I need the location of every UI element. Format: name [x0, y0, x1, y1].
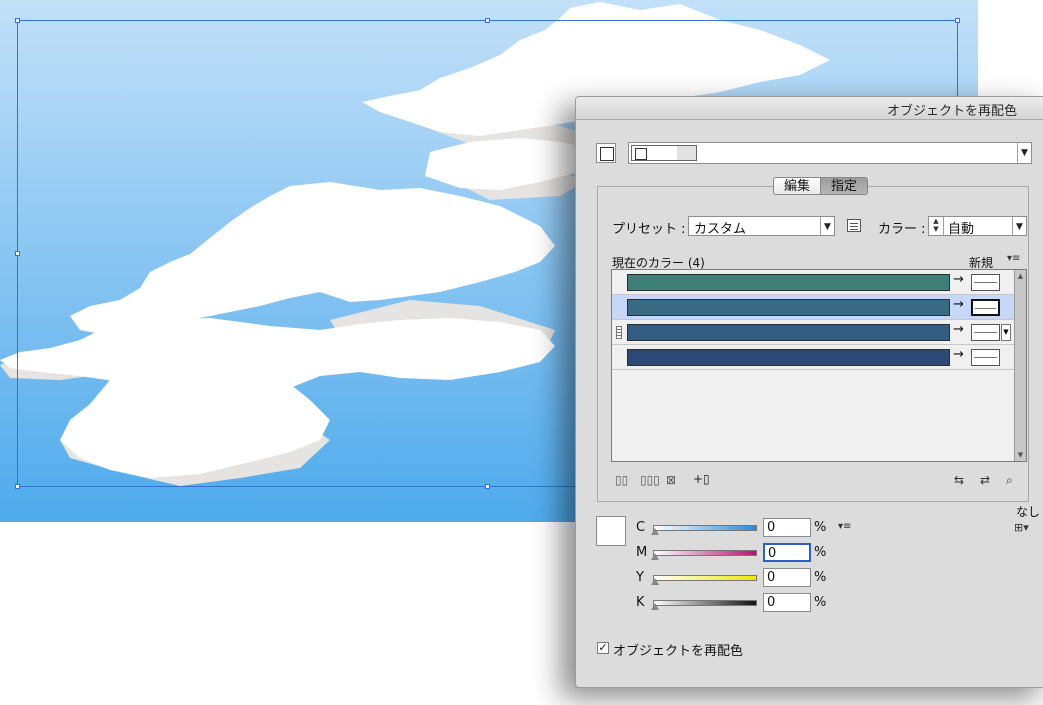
color-reduction-options-icon[interactable]: [847, 219, 861, 232]
magenta-percent-unit: %: [814, 545, 827, 560]
color-group-preview: [631, 145, 697, 161]
black-percent-unit: %: [814, 595, 827, 610]
yellow-slider[interactable]: [653, 575, 757, 581]
separate-colors-icon[interactable]: ▯▯▯: [640, 473, 660, 487]
scroll-up-arrow-icon[interactable]: ▲: [1015, 272, 1026, 280]
swatch-square-icon: [600, 147, 614, 161]
new-row-icon[interactable]: +▯: [693, 472, 710, 486]
cyan-input[interactable]: 0: [763, 518, 811, 537]
new-color-swatch[interactable]: [971, 299, 1000, 316]
exclude-colors-icon[interactable]: ⊠: [666, 473, 676, 487]
cyan-slider-thumb[interactable]: [651, 528, 659, 535]
selected-color-preview[interactable]: [596, 516, 626, 546]
recolor-artwork-dialog: オブジェクトを再配色 ▼ 編集 指定 プリセット : カスタム ▼ カラー : …: [575, 96, 1043, 688]
dropdown-arrow-icon: ▼: [820, 217, 834, 235]
preset-label: プリセット :: [612, 222, 686, 237]
current-color-bar[interactable]: [627, 274, 950, 291]
mapping-arrow-icon[interactable]: →: [953, 322, 964, 337]
tab-edit[interactable]: 編集: [773, 177, 821, 195]
randomly-change-saturation-icon[interactable]: ⇄: [980, 473, 990, 487]
selection-handle-top-center[interactable]: [485, 18, 490, 23]
black-input[interactable]: 0: [763, 593, 811, 612]
color-group-dropdown[interactable]: ▼: [628, 142, 1032, 164]
color-list-scrollbar[interactable]: ▲ ▼: [1014, 270, 1026, 461]
selection-handle-top-left[interactable]: [15, 18, 20, 23]
none-label: なし: [1016, 505, 1041, 519]
dropdown-arrow-icon: ▼: [1012, 217, 1026, 235]
color-row[interactable]: →: [612, 270, 1015, 295]
scroll-down-arrow-icon[interactable]: ▼: [1015, 451, 1026, 459]
preset-value: カスタム: [694, 222, 747, 237]
randomly-change-order-icon[interactable]: ⇆: [954, 473, 964, 487]
magenta-label: M: [636, 545, 648, 560]
list-options-menu-icon[interactable]: ▾≡: [1007, 253, 1020, 264]
color-mapping-list: → → → ▼ → ▲ ▼: [611, 269, 1027, 462]
current-color-bar[interactable]: [627, 349, 950, 366]
color-row[interactable]: →: [612, 345, 1015, 370]
recolor-art-label: オブジェクトを再配色: [613, 644, 744, 659]
yellow-label: Y: [636, 570, 644, 585]
colors-count-dropdown[interactable]: ▲ ▼ 自動 ▼: [928, 216, 1027, 237]
tab-assign[interactable]: 指定: [820, 177, 868, 195]
preset-dropdown[interactable]: カスタム ▼: [688, 216, 835, 237]
color-group-square-icon: [635, 148, 647, 160]
colors-label: カラー :: [878, 222, 926, 237]
magenta-input[interactable]: 0: [763, 543, 811, 562]
yellow-slider-thumb[interactable]: [651, 578, 659, 585]
cyan-label: C: [636, 520, 646, 535]
find-colors-in-artwork-icon[interactable]: ⌕: [1006, 473, 1013, 488]
black-slider-thumb[interactable]: [651, 603, 659, 610]
cyan-slider[interactable]: [653, 525, 757, 531]
selection-handle-middle-left[interactable]: [15, 251, 20, 256]
selection-handle-bottom-left[interactable]: [15, 484, 20, 489]
new-color-swatch[interactable]: [971, 274, 1000, 291]
dropdown-arrow-icon: ▼: [1017, 143, 1031, 163]
dialog-title: オブジェクトを再配色: [886, 104, 1017, 119]
color-group-storage-button[interactable]: [596, 143, 616, 163]
yellow-input[interactable]: 0: [763, 568, 811, 587]
slider-options-menu-icon[interactable]: ▾≡: [838, 521, 851, 532]
new-color-menu-arrow-icon[interactable]: ▼: [1001, 324, 1011, 341]
merge-colors-icon[interactable]: ▯▯: [615, 473, 628, 487]
new-color-swatch[interactable]: [971, 324, 1000, 341]
new-color-swatch[interactable]: [971, 349, 1000, 366]
color-mode-grid-icon[interactable]: ⊞▾: [1014, 521, 1029, 534]
color-row[interactable]: → ▼: [612, 320, 1015, 345]
mapping-arrow-icon[interactable]: →: [953, 297, 964, 312]
colors-count-value: 自動: [948, 222, 975, 237]
selection-handle-top-right[interactable]: [955, 18, 960, 23]
yellow-percent-unit: %: [814, 570, 827, 585]
recolor-art-checkbox[interactable]: ✓: [597, 642, 609, 654]
dialog-titlebar[interactable]: オブジェクトを再配色: [576, 97, 1043, 120]
stepper-arrows-icon[interactable]: ▲ ▼: [929, 217, 944, 235]
selection-handle-bottom-center[interactable]: [485, 484, 490, 489]
black-label: K: [636, 595, 645, 610]
cyan-percent-unit: %: [814, 520, 827, 535]
drag-handle-icon[interactable]: [616, 326, 622, 339]
mapping-arrow-icon[interactable]: →: [953, 347, 964, 362]
current-color-bar[interactable]: [627, 299, 950, 316]
color-row[interactable]: →: [612, 295, 1015, 320]
black-slider[interactable]: [653, 600, 757, 606]
magenta-slider-thumb[interactable]: [651, 553, 659, 560]
mapping-arrow-icon[interactable]: →: [953, 272, 964, 287]
magenta-slider[interactable]: [653, 550, 757, 556]
current-color-bar[interactable]: [627, 324, 950, 341]
